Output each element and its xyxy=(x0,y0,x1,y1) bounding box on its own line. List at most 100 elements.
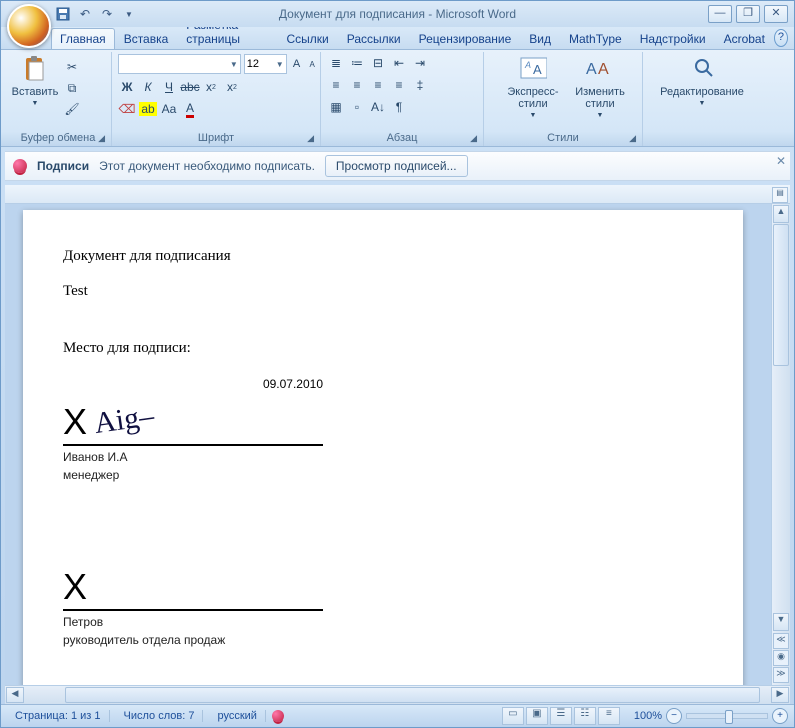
view-fullscreen-icon[interactable]: ▣ xyxy=(526,707,548,725)
change-styles-label: Изменить стили xyxy=(575,86,625,110)
horizontal-ruler[interactable]: ▤ xyxy=(5,185,790,204)
msgbar-text: Этот документ необходимо подписать. xyxy=(99,159,315,173)
increase-indent-icon[interactable]: ⇥ xyxy=(411,54,429,72)
office-button[interactable] xyxy=(7,4,51,48)
doc-heading: Документ для подписания xyxy=(63,248,703,265)
tab-view[interactable]: Вид xyxy=(520,28,560,49)
help-button[interactable]: ? xyxy=(774,29,788,47)
zoom-out-button[interactable]: − xyxy=(666,708,682,724)
subscript-icon[interactable]: x2 xyxy=(202,78,220,96)
vertical-scrollbar[interactable]: ▲ ▼ ≪ ◉ ≫ xyxy=(771,204,790,685)
font-group-label: Шрифт xyxy=(198,132,234,144)
zoom-value[interactable]: 100% xyxy=(634,710,662,722)
numbering-icon[interactable]: ≔ xyxy=(348,54,366,72)
ruler-toggle-icon[interactable]: ▤ xyxy=(772,187,788,203)
save-icon[interactable] xyxy=(55,6,71,22)
styles-dialog-icon[interactable]: ◢ xyxy=(629,133,636,144)
paste-label: Вставить xyxy=(12,86,59,98)
view-draft-icon[interactable]: ≡ xyxy=(598,707,620,725)
status-language[interactable]: русский xyxy=(209,710,265,722)
clear-format-icon[interactable]: ⌫ xyxy=(118,100,136,118)
multilevel-icon[interactable]: ⊟ xyxy=(369,54,387,72)
superscript-icon[interactable]: x2 xyxy=(223,78,241,96)
zoom-in-button[interactable]: + xyxy=(772,708,788,724)
tab-home[interactable]: Главная xyxy=(51,28,115,49)
group-editing: Редактирование ▼ xyxy=(643,52,761,146)
document-area: Документ для подписания Test Место для п… xyxy=(5,204,790,685)
restore-button[interactable]: ❐ xyxy=(736,5,760,23)
tab-addins[interactable]: Надстройки xyxy=(631,28,715,49)
bullets-icon[interactable]: ≣ xyxy=(327,54,345,72)
highlight-icon[interactable]: ab xyxy=(139,100,157,118)
group-clipboard: Вставить ▼ ✂ ⧉ 🖌 Буфер обмена◢ xyxy=(5,52,112,146)
scroll-left-icon[interactable]: ◀ xyxy=(6,687,24,703)
scroll-thumb[interactable] xyxy=(773,224,789,366)
font-family-combo[interactable]: ▼ xyxy=(118,54,241,74)
font-size-combo[interactable]: 12▼ xyxy=(244,54,287,74)
clipboard-dialog-icon[interactable]: ◢ xyxy=(98,133,105,144)
tab-references[interactable]: Ссылки xyxy=(278,28,338,49)
signer2-name: Петров xyxy=(63,615,323,629)
shrink-font-icon[interactable]: A xyxy=(306,55,318,73)
font-dialog-icon[interactable]: ◢ xyxy=(307,133,314,144)
next-page-icon[interactable]: ≫ xyxy=(773,667,789,683)
redo-icon[interactable]: ↷ xyxy=(99,6,115,22)
signature-block-2[interactable]: X Петров руководитель отдела продаж xyxy=(63,562,323,647)
font-color-icon[interactable]: A xyxy=(181,100,199,118)
sort-icon[interactable]: A↓ xyxy=(369,98,387,116)
borders-icon[interactable]: ▫ xyxy=(348,98,366,116)
view-outline-icon[interactable]: ☷ xyxy=(574,707,596,725)
hscroll-thumb[interactable] xyxy=(65,687,760,703)
show-marks-icon[interactable]: ¶ xyxy=(390,98,408,116)
view-web-icon[interactable]: ☰ xyxy=(550,707,572,725)
scroll-up-icon[interactable]: ▲ xyxy=(773,205,789,223)
tab-acrobat[interactable]: Acrobat xyxy=(715,28,774,49)
justify-icon[interactable]: ≡ xyxy=(390,76,408,94)
qat-dropdown-icon[interactable]: ▼ xyxy=(121,6,137,22)
tab-insert[interactable]: Вставка xyxy=(115,28,178,49)
svg-text:A: A xyxy=(524,60,531,70)
editing-button[interactable]: Редактирование ▼ xyxy=(650,54,754,112)
grow-font-icon[interactable]: A xyxy=(290,55,304,73)
signer1-role: менеджер xyxy=(63,468,323,482)
tab-mailings[interactable]: Рассылки xyxy=(338,28,410,49)
change-case-icon[interactable]: Aa xyxy=(160,100,178,118)
shading-icon[interactable]: ▦ xyxy=(327,98,345,116)
minimize-button[interactable]: — xyxy=(708,5,732,23)
status-signature-icon[interactable] xyxy=(272,710,284,722)
bold-icon[interactable]: Ж xyxy=(118,78,136,96)
paragraph-dialog-icon[interactable]: ◢ xyxy=(470,133,477,144)
align-right-icon[interactable]: ≡ xyxy=(369,76,387,94)
decrease-indent-icon[interactable]: ⇤ xyxy=(390,54,408,72)
msgbar-close-icon[interactable]: ✕ xyxy=(776,154,786,168)
quick-styles-button[interactable]: AA Экспресс-стили ▼ xyxy=(496,54,570,124)
browse-object-icon[interactable]: ◉ xyxy=(773,650,789,666)
change-styles-button[interactable]: AA Изменить стили ▼ xyxy=(570,54,630,124)
tab-review[interactable]: Рецензирование xyxy=(410,28,521,49)
status-words[interactable]: Число слов: 7 xyxy=(116,710,204,722)
close-button[interactable]: ✕ xyxy=(764,5,788,23)
tab-mathtype[interactable]: MathType xyxy=(560,28,631,49)
undo-icon[interactable]: ↶ xyxy=(77,6,93,22)
paste-button[interactable]: Вставить ▼ xyxy=(9,54,61,112)
format-painter-icon[interactable]: 🖌 xyxy=(63,100,81,118)
scroll-down-icon[interactable]: ▼ xyxy=(773,613,789,631)
status-page[interactable]: Страница: 1 из 1 xyxy=(7,710,110,722)
view-print-layout-icon[interactable]: ▭ xyxy=(502,707,524,725)
scroll-right-icon[interactable]: ▶ xyxy=(771,687,789,703)
cut-icon[interactable]: ✂ xyxy=(63,58,81,76)
prev-page-icon[interactable]: ≪ xyxy=(773,633,789,649)
horizontal-scrollbar[interactable]: ◀ ▶ xyxy=(5,685,790,704)
strike-icon[interactable]: abc xyxy=(181,78,199,96)
ribbon: Вставить ▼ ✂ ⧉ 🖌 Буфер обмена◢ ▼ 12▼ A xyxy=(1,50,794,147)
view-signatures-button[interactable]: Просмотр подписей... xyxy=(325,155,468,177)
copy-icon[interactable]: ⧉ xyxy=(63,79,81,97)
underline-icon[interactable]: Ч xyxy=(160,78,178,96)
align-center-icon[interactable]: ≡ xyxy=(348,76,366,94)
document-page[interactable]: Документ для подписания Test Место для п… xyxy=(23,210,743,685)
align-left-icon[interactable]: ≡ xyxy=(327,76,345,94)
signature-block-1[interactable]: X Aig– Иванов И.А менеджер xyxy=(63,397,323,482)
zoom-slider[interactable] xyxy=(686,713,768,719)
italic-icon[interactable]: К xyxy=(139,78,157,96)
line-spacing-icon[interactable]: ‡ xyxy=(411,76,429,94)
